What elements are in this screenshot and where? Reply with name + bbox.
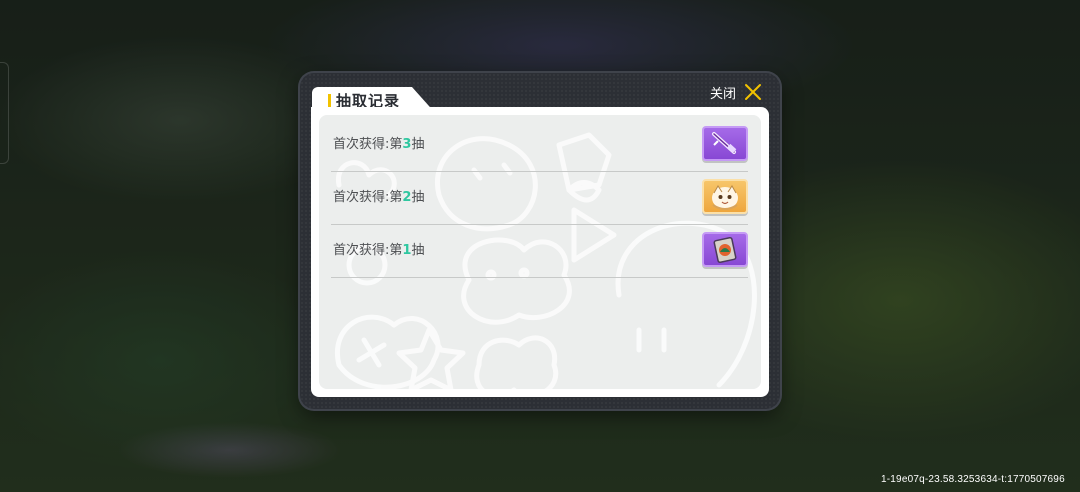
record-row: 首次获得:第1抽 <box>331 225 748 278</box>
record-row: 首次获得:第3抽 <box>331 119 748 172</box>
left-side-panel-edge <box>0 62 9 164</box>
close-label: 关闭 <box>709 86 736 102</box>
close-icon <box>745 84 761 100</box>
record-text: 首次获得:第1抽 <box>333 243 425 258</box>
record-row: 首次获得:第2抽 <box>331 172 748 225</box>
rifle-icon <box>712 131 737 154</box>
card-item-icon <box>713 236 737 263</box>
record-text: 首次获得:第3抽 <box>333 137 425 152</box>
orange-character-icon[interactable] <box>702 179 748 214</box>
purple-weapon-icon[interactable] <box>702 126 748 161</box>
title-accent-bar <box>328 94 331 108</box>
character-portrait-icon <box>712 184 738 210</box>
record-panel: 首次获得:第3抽 首次获得:第2抽 首次获得:第1抽 <box>311 107 769 397</box>
record-text: 首次获得:第2抽 <box>333 190 425 205</box>
record-list[interactable]: 首次获得:第3抽 首次获得:第2抽 首次获得:第1抽 <box>319 115 761 389</box>
build-id-text: 1-19e07q-23.58.3253634-t:1770507696 <box>881 474 1065 485</box>
close-button[interactable]: 关闭 <box>710 81 762 103</box>
draw-record-dialog: 抽取记录 关闭 首次获得:第3抽 首次获得:第2抽 首次获得:第1抽 <box>300 73 780 409</box>
purple-card-icon[interactable] <box>702 232 748 267</box>
